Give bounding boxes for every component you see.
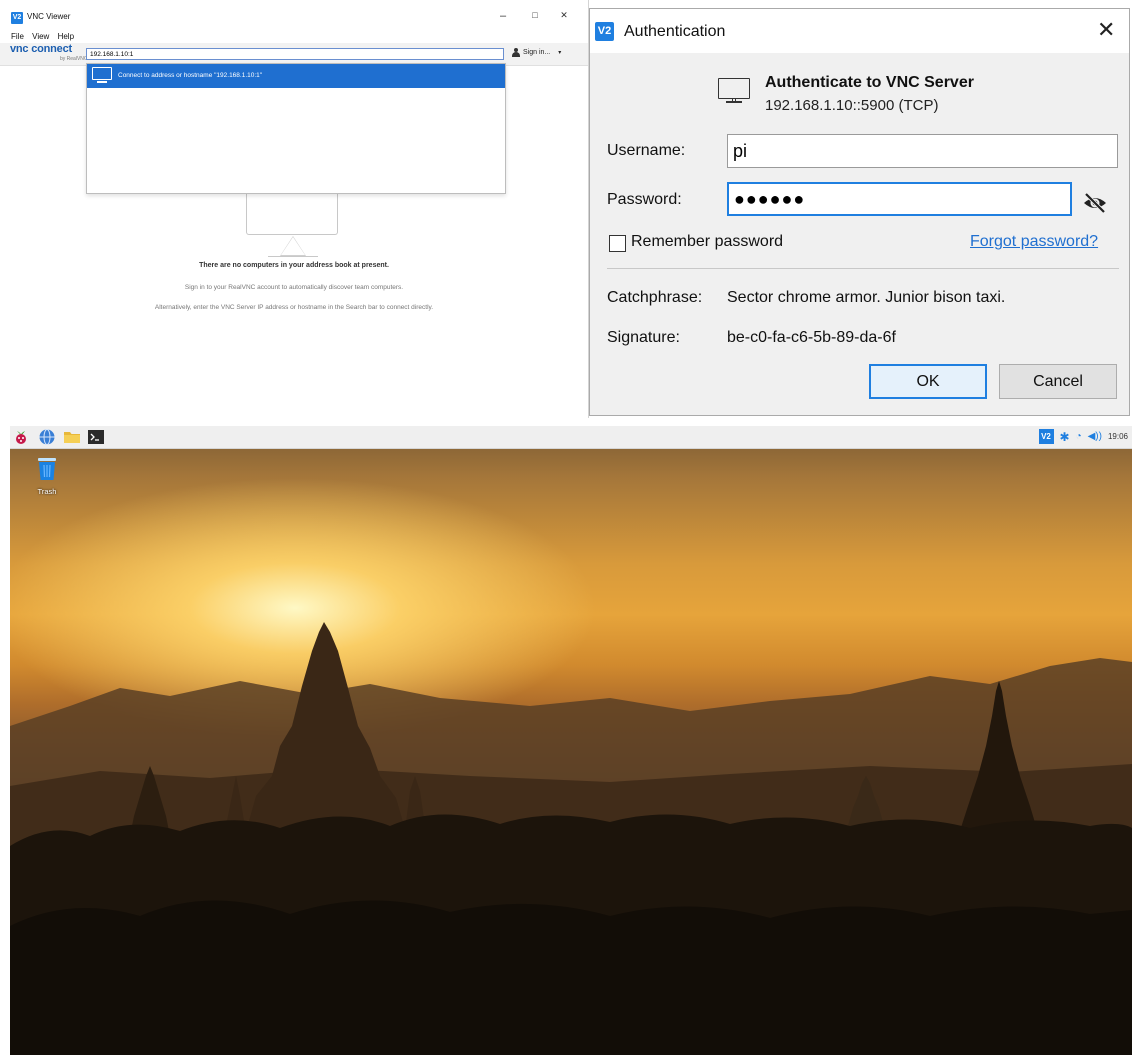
empty-state-text: Sign in to your RealVNC account to autom… [184, 284, 404, 291]
hide-password-icon[interactable] [1082, 190, 1108, 216]
cancel-button[interactable]: Cancel [999, 364, 1117, 399]
vnc-logo-icon: V2 [595, 22, 614, 41]
empty-monitor-stand [280, 236, 306, 256]
user-icon [512, 48, 520, 57]
dialog-title: Authentication [624, 23, 726, 40]
signature-value: be-c0-fa-c6-5b-89-da-6f [727, 329, 896, 346]
empty-state-text: Alternatively, enter the VNC Server IP a… [154, 304, 434, 311]
menu-bar: File View Help [11, 32, 80, 41]
catchphrase-value: Sector chrome armor. Junior bison taxi. [727, 289, 1006, 306]
folder-icon[interactable] [63, 428, 81, 446]
clock[interactable]: 19:06 [1108, 432, 1128, 441]
divider [607, 268, 1119, 269]
username-field[interactable] [727, 134, 1118, 168]
connect-suggestion[interactable]: Connect to address or hostname "192.168.… [87, 64, 505, 88]
authentication-dialog: V2 Authentication ✕ Authenticate to VNC … [589, 8, 1130, 416]
password-field[interactable] [727, 182, 1072, 216]
chevron-down-icon: ▾ [558, 50, 562, 56]
system-tray: V2 ✱ ◔ ◀)) 19:06 [1038, 429, 1128, 444]
globe-icon[interactable] [38, 428, 56, 446]
vnc-titlebar[interactable]: V2 VNC Viewer – □ ✕ [0, 0, 588, 30]
close-button[interactable]: ✕ [557, 10, 571, 21]
vnc-window-title: VNC Viewer [27, 12, 71, 21]
vnc-connect-logo: vnc connect [10, 43, 72, 55]
monitor-base-icon [726, 101, 742, 103]
trash-desktop-item[interactable]: Trash [30, 455, 64, 496]
terminal-icon[interactable] [87, 428, 105, 446]
password-label: Password: [607, 191, 682, 208]
vnc-viewer-window: V2 VNC Viewer – □ ✕ File View Help vnc c… [0, 0, 589, 418]
minimize-button[interactable]: – [496, 10, 510, 22]
wallpaper-silhouettes [10, 622, 1132, 1055]
monitor-icon [718, 78, 750, 99]
empty-state-heading: There are no computers in your address b… [199, 262, 389, 269]
empty-monitor-base [268, 256, 318, 257]
trash-icon [38, 458, 56, 480]
sign-in-label: Sign in... [523, 49, 551, 56]
search-suggestions: Connect to address or hostname "192.168.… [86, 63, 506, 194]
monitor-icon [92, 67, 112, 80]
username-label: Username: [607, 142, 686, 159]
forgot-password-link[interactable]: Forgot password? [970, 233, 1098, 251]
remember-password-label[interactable]: Remember password [631, 233, 783, 251]
menu-view[interactable]: View [32, 32, 49, 41]
search-input[interactable] [86, 48, 504, 60]
dialog-titlebar[interactable]: V2 Authentication ✕ [590, 9, 1129, 53]
volume-icon[interactable]: ◀)) [1088, 431, 1102, 442]
maximize-button[interactable]: □ [528, 10, 542, 20]
raspberry-icon[interactable] [12, 428, 30, 446]
wifi-icon[interactable]: ◔ [1076, 431, 1082, 442]
trash-label: Trash [37, 487, 57, 496]
server-address: 192.168.1.10::5900 (TCP) [765, 97, 939, 114]
vnc-logo-icon: V2 [11, 12, 23, 24]
monitor-stand-icon [97, 81, 107, 83]
raspberry-pi-desktop: V2 ✱ ◔ ◀)) 19:06 Trash [10, 426, 1132, 1055]
ok-button[interactable]: OK [869, 364, 987, 399]
sign-in-button[interactable]: Sign in... ▾ [512, 48, 561, 57]
vnc-brand-subtitle: by RealVNC [60, 56, 88, 62]
catchphrase-label: Catchphrase: [607, 289, 703, 306]
menu-help[interactable]: Help [58, 32, 74, 41]
server-title: Authenticate to VNC Server [765, 74, 974, 91]
menu-file[interactable]: File [11, 32, 24, 41]
remember-password-checkbox[interactable] [609, 235, 626, 252]
signature-label: Signature: [607, 329, 680, 346]
taskbar: V2 ✱ ◔ ◀)) 19:06 [10, 426, 1132, 449]
vnc-tray-icon[interactable]: V2 [1038, 429, 1054, 444]
bluetooth-icon[interactable]: ✱ [1060, 430, 1070, 444]
close-button[interactable]: ✕ [1097, 19, 1115, 41]
connect-suggestion-label: Connect to address or hostname "192.168.… [118, 72, 263, 79]
